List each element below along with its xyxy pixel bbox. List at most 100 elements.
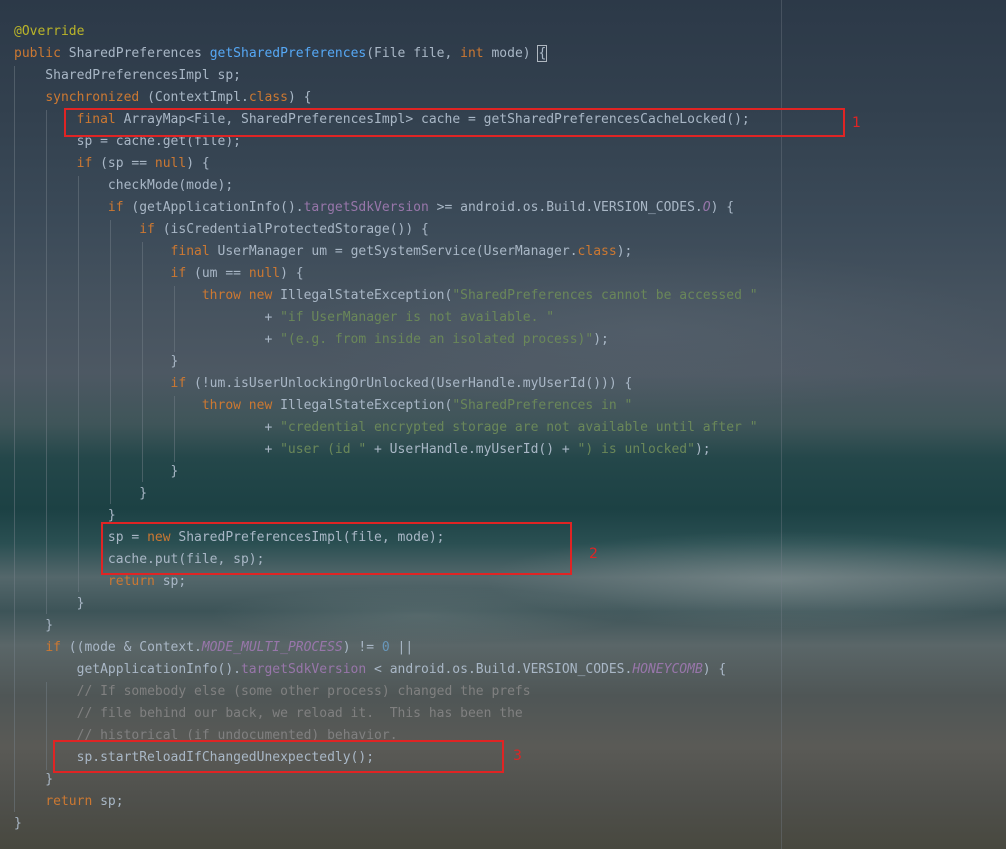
code-token: if <box>107 200 132 215</box>
code-token: } <box>14 464 179 479</box>
annotation-label-2: 2 <box>589 546 598 562</box>
code-token: ) { <box>702 662 727 677</box>
code-line[interactable]: } <box>14 461 758 483</box>
code-token: sp; <box>162 574 187 589</box>
code-line[interactable]: if ((mode & Context.MODE_MULTI_PROCESS) … <box>14 637 758 659</box>
code-token: ); <box>694 442 711 457</box>
code-token: } <box>14 618 54 633</box>
code-token: UserManager um = getSystemService(UserMa… <box>217 244 578 259</box>
code-editor[interactable]: @Override public SharedPreferences getSha… <box>14 21 758 835</box>
code-token: + UserHandle.myUserId() + <box>366 442 578 457</box>
code-token: (isCredentialProtectedStorage()) { <box>162 222 429 237</box>
code-token: SharedPreferencesImpl sp; <box>14 68 241 83</box>
code-token: ) { <box>710 200 735 215</box>
code-token: 0 <box>381 640 390 655</box>
code-line[interactable]: if (sp == null) { <box>14 153 758 175</box>
code-token: return <box>107 574 163 589</box>
code-line[interactable]: + "(e.g. from inside an isolated process… <box>14 329 758 351</box>
code-line[interactable]: throw new IllegalStateException("SharedP… <box>14 285 758 307</box>
code-token: IllegalStateException( <box>280 288 453 303</box>
code-token: } <box>14 508 116 523</box>
code-token: + <box>14 442 281 457</box>
code-token: if <box>170 266 195 281</box>
code-token: mode) <box>491 46 539 61</box>
code-token: { <box>537 45 548 62</box>
code-line[interactable]: + "if UserManager is not available. " <box>14 307 758 329</box>
code-token: "user (id " <box>280 442 367 457</box>
code-token: "SharedPreferences cannot be accessed " <box>452 288 758 303</box>
code-token: public <box>14 46 69 61</box>
code-token: + <box>14 332 281 347</box>
code-token: sp; <box>100 794 124 809</box>
code-token: "credential encrypted storage are not av… <box>280 420 758 435</box>
code-line[interactable]: synchronized (ContextImpl.class) { <box>14 87 758 109</box>
code-line[interactable]: if (um == null) { <box>14 263 758 285</box>
code-line[interactable]: final UserManager um = getSystemService(… <box>14 241 758 263</box>
code-token: synchronized <box>45 90 148 105</box>
highlight-box-3 <box>53 740 504 773</box>
code-token: throw new <box>201 288 281 303</box>
code-token: getSharedPreferences <box>209 46 367 61</box>
annotation-label-1: 1 <box>852 115 861 131</box>
code-line[interactable]: if (!um.isUserUnlockingOrUnlocked(UserHa… <box>14 373 758 395</box>
code-token: (um == <box>194 266 249 281</box>
code-token: || <box>389 640 414 655</box>
code-token: ") is unlocked" <box>577 442 695 457</box>
code-token: O <box>702 200 711 215</box>
code-line[interactable]: if (getApplicationInfo().targetSdkVersio… <box>14 197 758 219</box>
code-line[interactable]: // If somebody else (some other process)… <box>14 681 758 703</box>
code-token: ) != <box>342 640 382 655</box>
code-token: if <box>170 376 195 391</box>
code-line[interactable]: checkMode(mode); <box>14 175 758 197</box>
code-line[interactable]: return sp; <box>14 791 758 813</box>
code-line[interactable]: public SharedPreferences getSharedPrefer… <box>14 43 758 65</box>
code-token: MODE_MULTI_PROCESS <box>201 640 343 655</box>
code-token: } <box>14 486 148 501</box>
code-token: "SharedPreferences in " <box>452 398 633 413</box>
code-token: final <box>170 244 218 259</box>
code-token: ) { <box>186 156 210 171</box>
code-token: // If somebody else (some other process)… <box>76 684 531 699</box>
code-line[interactable]: getApplicationInfo().targetSdkVersion < … <box>14 659 758 681</box>
code-line[interactable]: throw new IllegalStateException("SharedP… <box>14 395 758 417</box>
code-line[interactable]: + "credential encrypted storage are not … <box>14 417 758 439</box>
code-token: "(e.g. from inside an isolated process)" <box>280 332 594 347</box>
code-line[interactable]: } <box>14 813 758 835</box>
code-line[interactable]: SharedPreferencesImpl sp; <box>14 65 758 87</box>
code-token: getApplicationInfo(). <box>14 662 241 677</box>
code-line[interactable]: if (isCredentialProtectedStorage()) { <box>14 219 758 241</box>
code-line[interactable]: } <box>14 483 758 505</box>
code-line[interactable]: @Override <box>14 21 758 43</box>
code-line[interactable]: } <box>14 615 758 637</box>
code-line[interactable]: } <box>14 593 758 615</box>
code-token: (!um.isUserUnlockingOrUnlocked(UserHandl… <box>194 376 633 391</box>
code-token: targetSdkVersion <box>303 200 429 215</box>
code-token: null <box>248 266 281 281</box>
code-line[interactable]: } <box>14 351 758 373</box>
code-token: class <box>577 244 617 259</box>
code-line[interactable]: + "user (id " + UserHandle.myUserId() + … <box>14 439 758 461</box>
code-token: targetSdkVersion <box>240 662 367 677</box>
code-line[interactable]: // file behind our back, we reload it. T… <box>14 703 758 725</box>
code-token: } <box>14 772 54 787</box>
code-token: checkMode(mode); <box>14 178 234 193</box>
code-token: ); <box>593 332 609 347</box>
code-token: "if UserManager is not available. " <box>280 310 555 325</box>
code-token: } <box>14 354 179 369</box>
code-token: } <box>14 816 22 831</box>
code-token: + <box>14 420 281 435</box>
code-token: HONEYCOMB <box>632 662 703 677</box>
highlight-box-2 <box>101 522 572 575</box>
highlight-box-1 <box>64 108 845 137</box>
code-token: < android.os.Build.VERSION_CODES. <box>366 662 633 677</box>
code-token: if <box>76 156 101 171</box>
